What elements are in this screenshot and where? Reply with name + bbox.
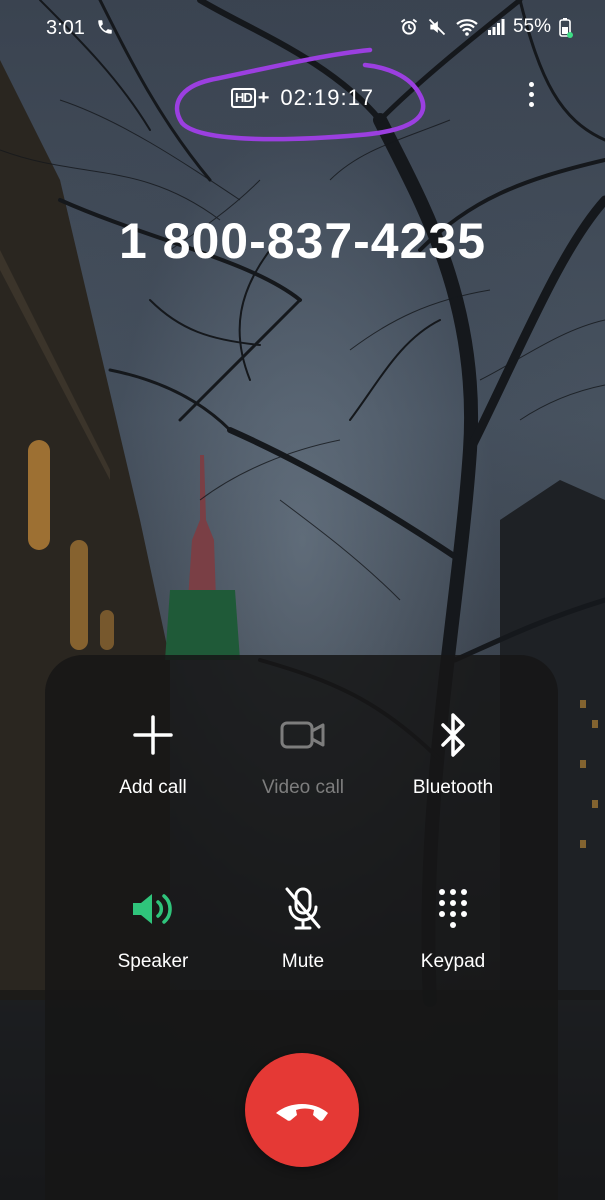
more-options-icon[interactable] (529, 82, 535, 112)
add-call-button[interactable]: Add call (78, 705, 228, 799)
caller-number: 1 800-837-4235 (118, 213, 487, 269)
status-time: 3:01 (46, 17, 85, 39)
mute-icon (428, 18, 446, 36)
signal-icon (487, 19, 505, 35)
add-call-label: Add call (119, 777, 187, 798)
speaker-icon (78, 879, 228, 939)
bluetooth-icon (378, 705, 528, 765)
wifi-icon (456, 19, 478, 36)
mute-label: Mute (281, 951, 325, 972)
phone-icon (98, 20, 112, 34)
hd-voice-badge: HD + (230, 87, 269, 110)
speaker-button[interactable]: Speaker (78, 879, 228, 973)
end-call-button[interactable] (245, 1053, 359, 1167)
keypad-button[interactable]: Keypad (378, 879, 528, 973)
bluetooth-button[interactable]: Bluetooth (378, 705, 528, 799)
call-info-row: HD + 02:19:17 (0, 85, 605, 111)
battery-percent: 55% (512, 16, 551, 37)
keypad-label: Keypad (420, 951, 486, 972)
video-call-button[interactable]: Video call (228, 705, 378, 799)
bluetooth-label: Bluetooth (412, 777, 494, 798)
call-duration: 02:19:17 (280, 85, 375, 110)
mute-button[interactable]: Mute (228, 879, 378, 973)
video-camera-icon (228, 705, 378, 765)
mic-off-icon (228, 879, 378, 939)
speaker-label: Speaker (117, 951, 189, 972)
keypad-icon (378, 879, 528, 939)
end-call-icon (276, 1104, 328, 1121)
alarm-icon (400, 18, 418, 35)
privacy-indicator-dot (567, 32, 573, 38)
plus-icon (78, 705, 228, 765)
video-call-label: Video call (261, 777, 345, 798)
